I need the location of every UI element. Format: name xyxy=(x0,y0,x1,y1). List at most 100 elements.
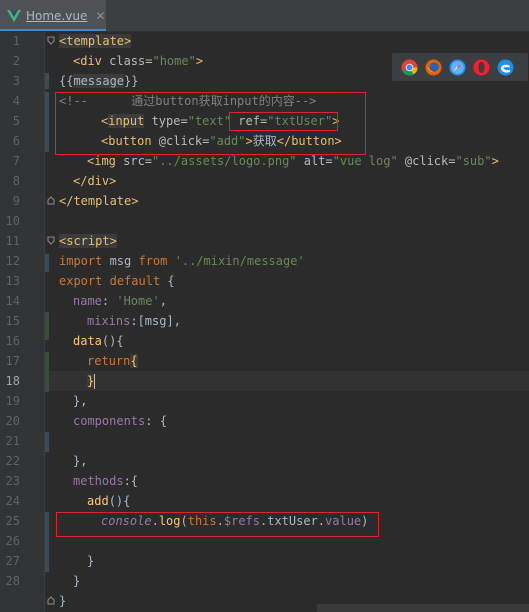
line-number: 1 xyxy=(12,34,20,48)
attr-value: "../assets/logo.png" xyxy=(152,154,297,168)
punctuation: :[msg], xyxy=(130,314,181,328)
code-line-1[interactable]: <template> xyxy=(59,31,132,51)
fold-marker-icon[interactable] xyxy=(47,196,55,205)
code-line-27[interactable]: } xyxy=(87,551,94,571)
template-open-tag: <template> xyxy=(59,34,132,48)
tag-close: > xyxy=(195,54,204,68)
string-literal: 'Home' xyxy=(116,294,160,308)
punctuation: : xyxy=(101,294,117,308)
attr-name: class= xyxy=(109,54,153,68)
edge-icon[interactable] xyxy=(497,59,514,76)
line-number: 26 xyxy=(5,534,20,548)
code-line-11[interactable]: <script> xyxy=(59,231,117,251)
keyword: return xyxy=(87,354,131,368)
line-number: 8 xyxy=(12,174,20,188)
code-line-8[interactable]: </div> xyxy=(73,171,116,191)
punctuation: (){ xyxy=(108,494,131,508)
code-line-20[interactable]: components: { xyxy=(73,411,167,431)
tab-home-vue[interactable]: Home.vue ✕ xyxy=(0,0,106,31)
code-line-14[interactable]: name: 'Home', xyxy=(73,291,167,311)
chrome-icon[interactable] xyxy=(401,59,418,76)
tab-filename: Home.vue xyxy=(26,8,88,23)
keyword: from xyxy=(138,254,168,268)
line-number: 6 xyxy=(12,134,20,148)
line-number: 18 xyxy=(5,374,20,388)
code-line-2[interactable]: <div class="home"> xyxy=(73,51,203,71)
fold-marker-icon[interactable] xyxy=(47,36,55,45)
change-marker xyxy=(45,352,49,392)
punctuation: (){ xyxy=(101,334,124,348)
mustache-open: {{ xyxy=(59,74,74,88)
punctuation: }, xyxy=(73,394,88,408)
line-number: 23 xyxy=(5,474,20,488)
code-line-12[interactable]: import msg from '../mixin/message' xyxy=(59,251,305,271)
punctuation: } xyxy=(73,574,81,588)
code-line-29[interactable]: } xyxy=(59,591,66,611)
change-marker xyxy=(45,312,49,340)
code-line-19[interactable]: }, xyxy=(73,391,87,411)
property: mixins xyxy=(87,314,131,328)
property: methods xyxy=(73,474,124,488)
line-number: 10 xyxy=(5,214,20,228)
line-number: 25 xyxy=(5,514,20,528)
attr-value: "home" xyxy=(152,54,196,68)
line-number: 21 xyxy=(5,434,20,448)
tab-close-icon[interactable]: ✕ xyxy=(95,9,105,23)
attr-value: "vue log" xyxy=(332,154,398,168)
opera-icon[interactable] xyxy=(473,59,490,76)
editor-tab-bar: Home.vue ✕ xyxy=(0,0,529,31)
code-line-9[interactable]: </template> xyxy=(59,191,138,211)
line-number: 5 xyxy=(12,114,20,128)
text-cursor xyxy=(94,374,96,389)
code-line-28[interactable]: } xyxy=(73,571,80,591)
punctuation: } xyxy=(87,554,95,568)
line-number: 24 xyxy=(5,494,20,508)
line-number: 28 xyxy=(5,574,20,588)
line-number: 19 xyxy=(5,394,20,408)
code-line-23[interactable]: methods:{ xyxy=(73,471,138,491)
highlight-box-ref-attr xyxy=(229,112,338,131)
code-line-3[interactable]: {{message}} xyxy=(59,71,138,91)
line-number: 22 xyxy=(5,454,20,468)
code-line-16[interactable]: data(){ xyxy=(73,331,124,351)
code-line-22[interactable]: }, xyxy=(73,451,87,471)
code-line-13[interactable]: export default { xyxy=(59,271,175,291)
brace-match: { xyxy=(130,354,138,368)
keyword: import xyxy=(59,254,103,268)
punctuation: : { xyxy=(145,414,167,428)
line-number: 14 xyxy=(5,294,20,308)
code-line-15[interactable]: mixins:[msg], xyxy=(87,311,181,331)
line-number: 17 xyxy=(5,354,20,368)
identifier: msg xyxy=(102,254,139,268)
line-number: 12 xyxy=(5,254,20,268)
fold-marker-icon[interactable] xyxy=(47,596,55,605)
punctuation: , xyxy=(159,294,167,308)
firefox-icon[interactable] xyxy=(425,59,442,76)
code-line-17[interactable]: return{ xyxy=(87,351,138,371)
keyword: default xyxy=(109,274,161,288)
line-number: 9 xyxy=(12,194,20,208)
horizontal-scrollbar[interactable] xyxy=(317,604,529,612)
vue-file-icon xyxy=(7,9,21,22)
change-marker xyxy=(45,432,49,452)
brace-match: } xyxy=(87,374,95,388)
line-number: 7 xyxy=(12,154,20,168)
function-name: add xyxy=(87,494,109,508)
template-close-tag: </template> xyxy=(59,194,139,208)
line-number: 13 xyxy=(5,274,20,288)
property: name xyxy=(73,294,102,308)
safari-icon[interactable] xyxy=(449,59,466,76)
function-name: data xyxy=(73,334,102,348)
property: components xyxy=(73,414,146,428)
change-marker xyxy=(45,254,49,272)
code-line-18[interactable]: } xyxy=(87,371,96,391)
punctuation: :{ xyxy=(123,474,139,488)
line-number: 2 xyxy=(12,54,20,68)
code-line-24[interactable]: add(){ xyxy=(87,491,130,511)
template-variable: message xyxy=(73,74,125,88)
mustache-close: }} xyxy=(124,74,139,88)
fold-marker-icon[interactable] xyxy=(47,236,55,245)
attr-name: @click= xyxy=(397,154,456,168)
